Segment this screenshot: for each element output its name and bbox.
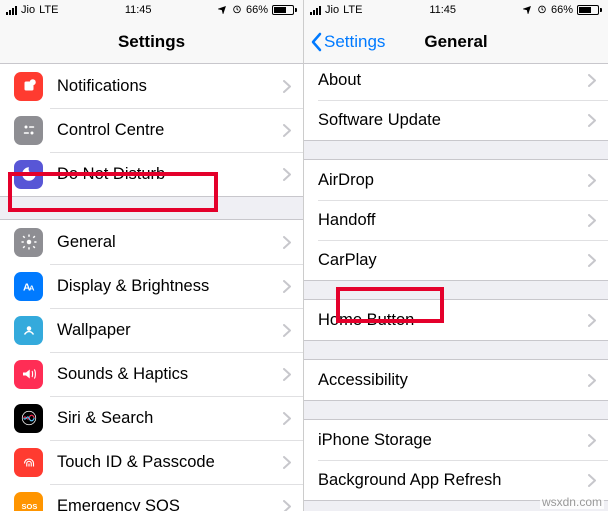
row-label: Software Update: [318, 111, 588, 130]
network-label: LTE: [39, 4, 58, 16]
row-background-app-refresh[interactable]: Background App Refresh: [304, 460, 608, 500]
row-notifications[interactable]: Notifications: [0, 64, 303, 108]
alarm-icon: [537, 4, 547, 17]
row-label: Touch ID & Passcode: [57, 453, 283, 472]
chevron-right-icon: [588, 74, 596, 87]
row-label: iPhone Storage: [318, 431, 588, 450]
chevron-right-icon: [283, 168, 291, 181]
chevron-right-icon: [588, 174, 596, 187]
carrier-label: Jio: [21, 4, 35, 16]
wallpaper-icon: [14, 316, 43, 345]
row-label: Notifications: [57, 77, 283, 96]
svg-text:SOS: SOS: [21, 502, 37, 511]
chevron-right-icon: [283, 324, 291, 337]
general-screen: Jio LTE 11:45 66% Settings: [304, 0, 608, 511]
chevron-right-icon: [588, 214, 596, 227]
row-iphone-storage[interactable]: iPhone Storage: [304, 420, 608, 460]
row-carplay[interactable]: CarPlay: [304, 240, 608, 280]
chevron-right-icon: [588, 474, 596, 487]
status-time: 11:45: [429, 4, 456, 16]
settings-screen: Jio LTE 11:45 66% Settings Notifications…: [0, 0, 304, 511]
chevron-right-icon: [283, 412, 291, 425]
settings-list[interactable]: Notifications Control Centre Do Not Distur…: [0, 64, 303, 511]
chevron-right-icon: [283, 280, 291, 293]
row-accessibility[interactable]: Accessibility: [304, 360, 608, 400]
back-button[interactable]: Settings: [310, 32, 385, 52]
sos-icon: SOS: [14, 492, 43, 511]
general-icon: [14, 228, 43, 257]
row-label: Accessibility: [318, 371, 588, 390]
control-centre-icon: [14, 116, 43, 145]
chevron-right-icon: [283, 80, 291, 93]
signal-icon: [310, 6, 321, 15]
chevron-left-icon: [310, 32, 322, 52]
chevron-right-icon: [588, 254, 596, 267]
chevron-right-icon: [588, 314, 596, 327]
carrier-label: Jio: [325, 4, 339, 16]
page-title: General: [424, 32, 487, 52]
row-label: About: [318, 71, 588, 90]
alarm-icon: [232, 4, 242, 17]
row-label: Background App Refresh: [318, 471, 588, 490]
battery-icon: [272, 5, 297, 15]
row-control-centre[interactable]: Control Centre: [0, 108, 303, 152]
chevron-right-icon: [588, 434, 596, 447]
chevron-right-icon: [283, 236, 291, 249]
row-label: Display & Brightness: [57, 277, 283, 296]
row-label: Handoff: [318, 211, 588, 230]
battery-pct: 66%: [246, 4, 268, 16]
location-icon: [218, 4, 228, 17]
network-label: LTE: [343, 4, 362, 16]
row-label: Sounds & Haptics: [57, 365, 283, 384]
watermark: wsxdn.com: [540, 495, 604, 509]
chevron-right-icon: [283, 500, 291, 511]
row-siri-search[interactable]: Siri & Search: [0, 396, 303, 440]
general-list[interactable]: About Software Update AirDrop Handoff CarPla…: [304, 64, 608, 511]
svg-text:A: A: [29, 284, 35, 293]
chevron-right-icon: [588, 374, 596, 387]
row-label: AirDrop: [318, 171, 588, 190]
row-wallpaper[interactable]: Wallpaper: [0, 308, 303, 352]
row-emergency-sos[interactable]: SOS Emergency SOS: [0, 484, 303, 511]
row-label: Home Button: [318, 311, 588, 330]
nav-bar: Settings General: [304, 20, 608, 64]
nav-bar: Settings: [0, 20, 303, 64]
battery-icon: [577, 5, 602, 15]
row-home-button[interactable]: Home Button: [304, 300, 608, 340]
display-icon: AA: [14, 272, 43, 301]
row-handoff[interactable]: Handoff: [304, 200, 608, 240]
chevron-right-icon: [283, 456, 291, 469]
row-airdrop[interactable]: AirDrop: [304, 160, 608, 200]
touchid-icon: [14, 448, 43, 477]
row-label: Emergency SOS: [57, 497, 283, 511]
row-label: CarPlay: [318, 251, 588, 270]
row-general[interactable]: General: [0, 220, 303, 264]
status-bar: Jio LTE 11:45 66%: [0, 0, 303, 20]
row-software-update[interactable]: Software Update: [304, 100, 608, 140]
dnd-icon: [14, 160, 43, 189]
status-bar: Jio LTE 11:45 66%: [304, 0, 608, 20]
notifications-icon: [14, 72, 43, 101]
row-label: General: [57, 233, 283, 252]
row-label: Control Centre: [57, 121, 283, 140]
sounds-icon: [14, 360, 43, 389]
signal-icon: [6, 6, 17, 15]
chevron-right-icon: [283, 368, 291, 381]
row-label: Siri & Search: [57, 409, 283, 428]
chevron-right-icon: [588, 114, 596, 127]
page-title: Settings: [118, 32, 185, 52]
row-do-not-disturb[interactable]: Do Not Disturb: [0, 152, 303, 196]
siri-icon: [14, 404, 43, 433]
row-touch-id-passcode[interactable]: Touch ID & Passcode: [0, 440, 303, 484]
row-label: Wallpaper: [57, 321, 283, 340]
location-icon: [523, 4, 533, 17]
row-display-brightness[interactable]: AA Display & Brightness: [0, 264, 303, 308]
battery-pct: 66%: [551, 4, 573, 16]
status-time: 11:45: [125, 4, 152, 16]
row-about[interactable]: About: [304, 64, 608, 100]
row-label: Do Not Disturb: [57, 165, 283, 184]
back-label: Settings: [324, 32, 385, 52]
row-sounds-haptics[interactable]: Sounds & Haptics: [0, 352, 303, 396]
chevron-right-icon: [283, 124, 291, 137]
